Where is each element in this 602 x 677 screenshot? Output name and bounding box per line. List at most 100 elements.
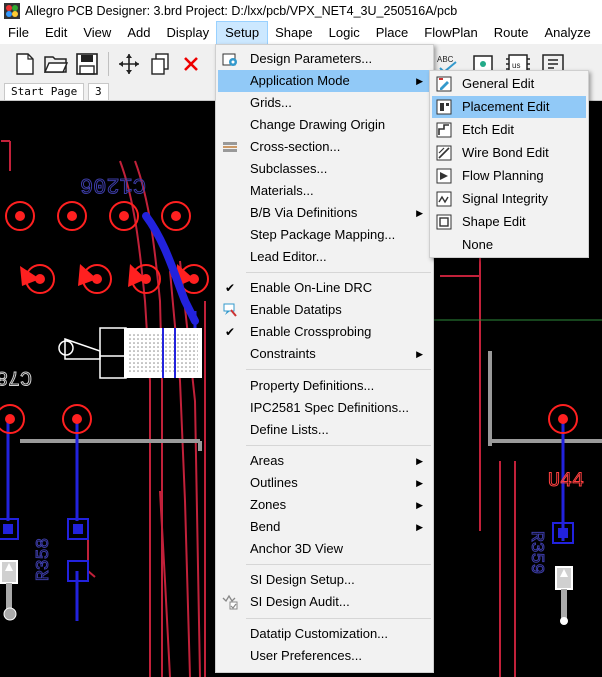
signal-integrity-icon [436,191,452,207]
menu-item-enable-online-drc[interactable]: ✔ Enable On-Line DRC [218,277,431,299]
submenu-arrow-icon: ▶ [416,208,423,218]
menu-item-enable-crossprobing[interactable]: ✔ Enable Crossprobing [218,321,431,343]
general-edit-icon [436,76,452,92]
toolbar-divider [108,52,109,76]
flow-planning-icon [436,168,452,184]
si-audit-icon [222,594,238,610]
menu-item-bb-via-definitions[interactable]: B/B Via Definitions ▶ [218,202,431,224]
title-bar: Allegro PCB Designer: 3.brd Project: D:/… [0,0,602,22]
menu-item-si-design-setup[interactable]: SI Design Setup... [218,569,431,591]
menu-route[interactable]: Route [486,22,537,44]
menu-item-lead-editor[interactable]: Lead Editor... [218,246,431,268]
menu-add[interactable]: Add [119,22,158,44]
submenu-item-etch-edit[interactable]: Etch Edit [432,119,586,141]
submenu-arrow-icon: ▶ [416,456,423,466]
menu-item-constraints[interactable]: Constraints ▶ [218,343,431,365]
label-c782: C782 [0,365,32,388]
tab-start-page[interactable]: Start Page [4,83,85,100]
copy-icon [151,53,169,75]
design-parameters-icon [222,53,237,66]
placement-edit-icon [436,99,452,115]
open-folder-icon [44,56,68,73]
move-button[interactable] [116,51,142,77]
menu-item-zones[interactable]: Zones ▶ [218,494,431,516]
menu-item-outlines[interactable]: Outlines ▶ [218,472,431,494]
menu-item-define-lists[interactable]: Define Lists... [218,419,431,441]
submenu-item-placement-edit[interactable]: Placement Edit [432,96,586,118]
copy-button[interactable] [147,51,173,77]
submenu-item-flow-planning[interactable]: Flow Planning [432,165,586,187]
tab-board-3[interactable]: 3 [88,83,109,100]
menu-separator [246,564,431,565]
open-file-button[interactable] [43,51,69,77]
menu-item-application-mode[interactable]: Application Mode ▶ [218,70,431,92]
label-u44: U44 [548,470,584,493]
setup-menu: Design Parameters... Application Mode ▶ … [215,44,434,673]
datatips-icon [223,303,237,317]
menu-item-ipc2581-spec-definitions[interactable]: IPC2581 Spec Definitions... [218,397,431,419]
submenu-item-wire-bond-edit[interactable]: Wire Bond Edit [432,142,586,164]
menu-item-step-package-mapping[interactable]: Step Package Mapping... [218,224,431,246]
save-button[interactable] [74,51,100,77]
menu-bar: File Edit View Add Display Setup Shape L… [0,21,602,45]
menu-item-bend[interactable]: Bend ▶ [218,516,431,538]
new-file-button[interactable] [12,51,38,77]
menu-file[interactable]: File [0,22,37,44]
menu-item-design-parameters[interactable]: Design Parameters... [218,48,431,70]
new-file-icon [16,53,34,75]
move-icon [119,54,139,74]
checkmark-icon: ✔ [225,281,236,295]
menu-separator [246,272,431,273]
menu-item-si-design-audit[interactable]: SI Design Audit... [218,591,431,613]
menu-view[interactable]: View [75,22,119,44]
label-c1206: C1206 [80,172,146,197]
menu-item-property-definitions[interactable]: Property Definitions... [218,375,431,397]
menu-display[interactable]: Display [158,22,217,44]
etch-edit-icon [436,122,452,138]
menu-item-materials[interactable]: Materials... [218,180,431,202]
submenu-arrow-icon: ▶ [416,478,423,488]
submenu-item-none[interactable]: None [432,234,586,256]
menu-item-subclasses[interactable]: Subclasses... [218,158,431,180]
menu-logic[interactable]: Logic [321,22,368,44]
component-c782 [58,327,202,379]
menu-item-cross-section[interactable]: Cross-section... [218,136,431,158]
menu-separator [246,369,431,370]
menu-item-anchor-3d-view[interactable]: Anchor 3D View [218,538,431,560]
menu-separator [246,618,431,619]
label-r359: R359 [526,531,546,574]
window-title: Allegro PCB Designer: 3.brd Project: D:/… [25,4,458,18]
menu-item-user-preferences[interactable]: User Preferences... [218,645,431,667]
menu-item-change-drawing-origin[interactable]: Change Drawing Origin [218,114,431,136]
application-mode-submenu: General Edit Placement Edit Etch Edit Wi… [429,70,589,258]
submenu-item-signal-integrity[interactable]: Signal Integrity [432,188,586,210]
label-r358: R358 [34,538,54,581]
submenu-item-shape-edit[interactable]: Shape Edit [432,211,586,233]
menu-analyze[interactable]: Analyze [536,22,598,44]
menu-separator [246,445,431,446]
submenu-item-general-edit[interactable]: General Edit [432,73,586,95]
svg-text:ABC: ABC [437,55,454,64]
submenu-arrow-icon: ▶ [416,349,423,359]
shape-edit-icon [436,214,452,230]
menu-item-enable-datatips[interactable]: Enable Datatips [218,299,431,321]
menu-setup[interactable]: Setup [216,21,269,45]
submenu-arrow-icon: ▶ [416,522,423,532]
menu-edit[interactable]: Edit [37,22,75,44]
save-icon [76,53,98,75]
delete-button[interactable] [178,51,204,77]
submenu-arrow-icon: ▶ [416,500,423,510]
menu-item-datatip-customization[interactable]: Datatip Customization... [218,623,431,645]
svg-text:us: us [512,61,520,70]
checkmark-icon: ✔ [225,325,236,339]
menu-flowplan[interactable]: FlowPlan [416,22,485,44]
cross-section-icon [223,142,237,152]
delete-icon [184,57,198,71]
menu-item-areas[interactable]: Areas ▶ [218,450,431,472]
wire-bond-icon [436,145,452,161]
menu-shape[interactable]: Shape [267,22,321,44]
allegro-logo-icon [4,3,20,19]
submenu-arrow-icon: ▶ [416,76,423,86]
menu-item-grids[interactable]: Grids... [218,92,431,114]
menu-place[interactable]: Place [368,22,417,44]
